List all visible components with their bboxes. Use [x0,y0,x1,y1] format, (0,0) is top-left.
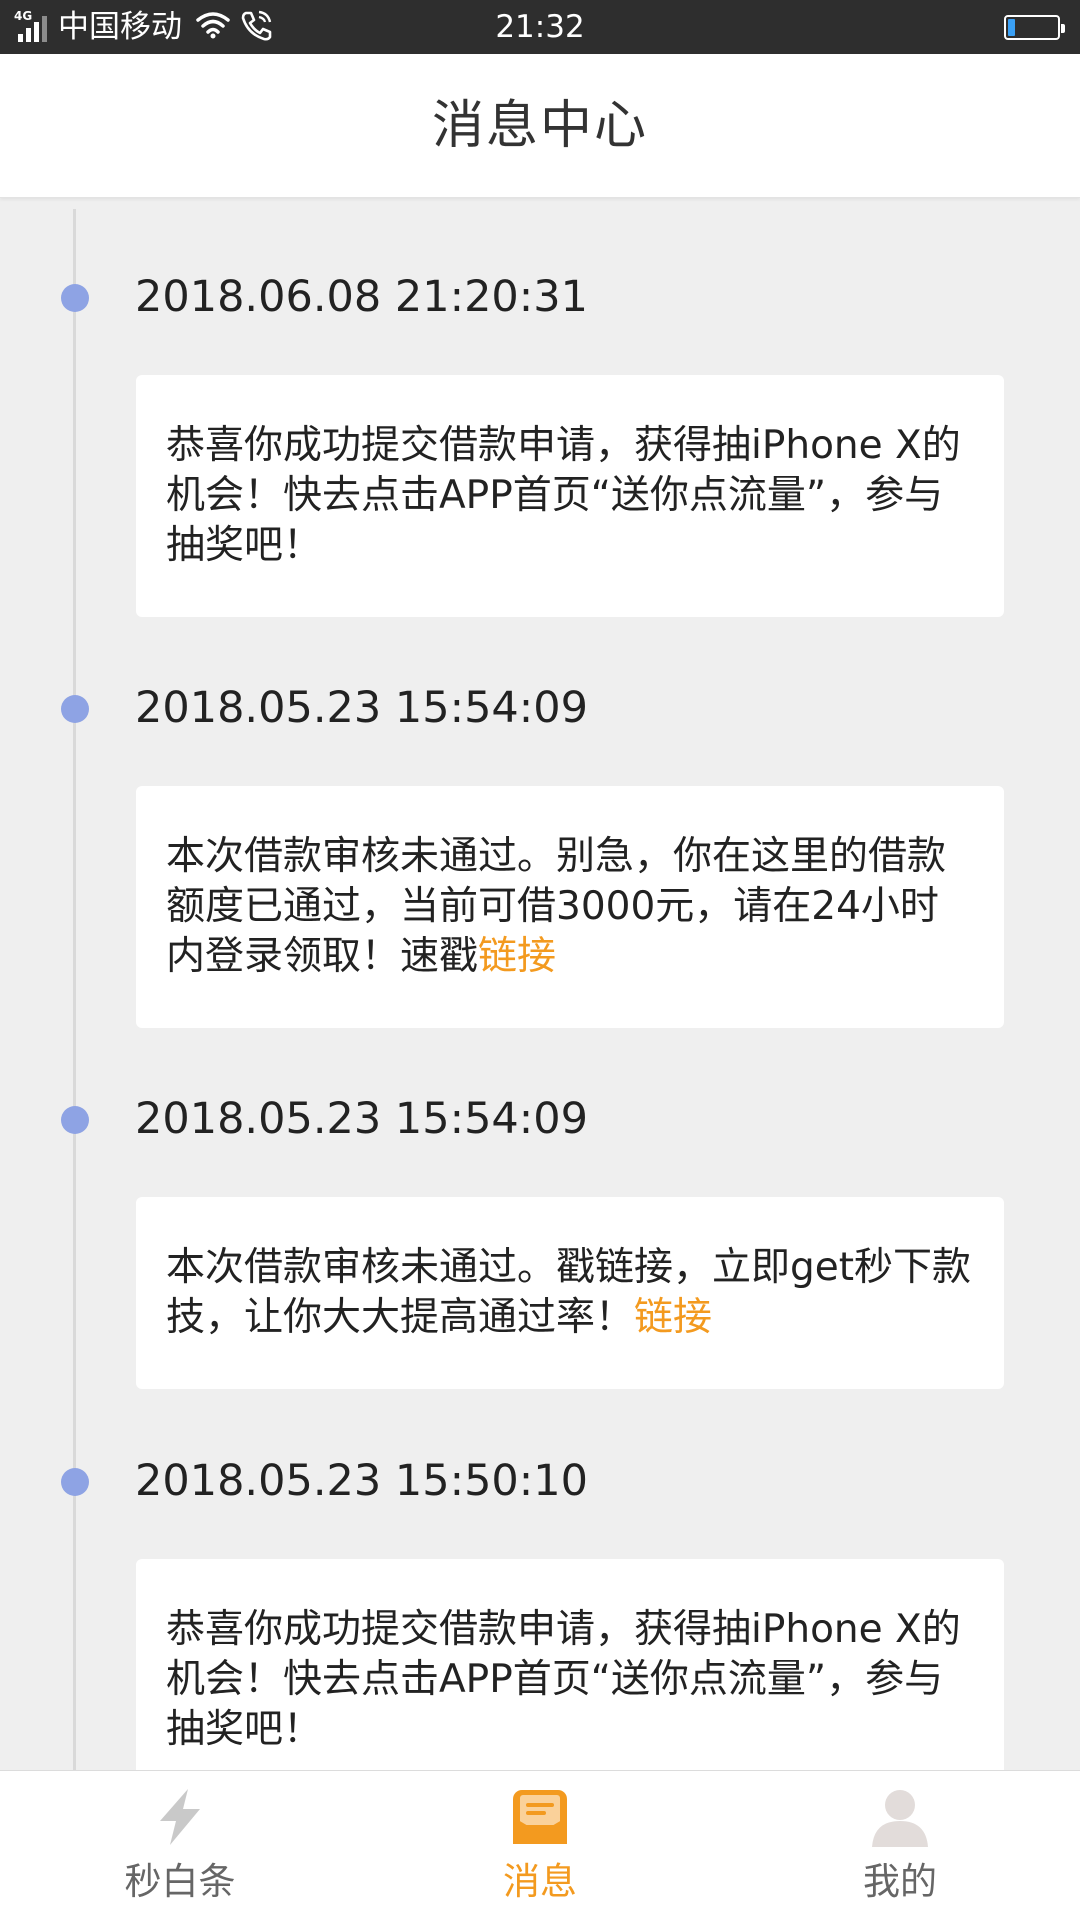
nav-tab-messages[interactable]: 消息 [360,1771,720,1920]
timeline-line [73,209,76,1770]
page-title: 消息中心 [431,96,648,156]
battery-level [1008,19,1015,36]
nav-tab-miaobaitiao[interactable]: 秒白条 [0,1771,360,1920]
message-timestamp: 2018.06.08 21:20:31 [135,272,588,322]
nav-label: 秒白条 [124,1860,236,1903]
message-text: 恭喜你成功提交借款申请，获得抽iPhone X的机会！快去点击APP首页“送你点… [166,1605,976,1755]
nav-label: 消息 [503,1860,577,1903]
header: 消息中心 [0,54,1080,198]
battery-icon [1004,15,1065,40]
message-timestamp: 2018.05.23 15:54:09 [135,1094,588,1144]
message-link[interactable]: 链接 [478,934,556,979]
message-timestamp: 2018.05.23 15:50:10 [135,1456,588,1506]
timeline-dot [61,1468,89,1496]
message-center-screen: 4G 中国移动 21:32 消息中心 2018.06.08 21:20:31 恭… [0,0,1080,1920]
message-text: 恭喜你成功提交借款申请，获得抽iPhone X的机会！快去点击APP首页“送你点… [166,421,976,571]
message-body: 恭喜你成功提交借款申请，获得抽iPhone X的机会！快去点击APP首页“送你点… [166,1607,961,1752]
message-card[interactable]: 恭喜你成功提交借款申请，获得抽iPhone X的机会！快去点击APP首页“送你点… [136,375,1004,617]
bottom-nav: 秒白条 消息 我的 [0,1770,1080,1920]
profile-icon [870,1787,930,1847]
message-body: 本次借款审核未通过。戳链接，立即get秒下款技，让你大大提高通过率！ [166,1245,972,1340]
message-card[interactable]: 本次借款审核未通过。戳链接，立即get秒下款技，让你大大提高通过率！链接 [136,1197,1004,1389]
message-body: 恭喜你成功提交借款申请，获得抽iPhone X的机会！快去点击APP首页“送你点… [166,423,961,568]
status-time: 21:32 [495,9,585,45]
message-timestamp: 2018.05.23 15:54:09 [135,683,588,733]
status-bar: 4G 中国移动 21:32 [0,0,1080,54]
timeline-dot [61,284,89,312]
message-text: 本次借款审核未通过。戳链接，立即get秒下款技，让你大大提高通过率！链接 [166,1243,976,1343]
nav-tab-profile[interactable]: 我的 [720,1771,1080,1920]
timeline-dot [61,1106,89,1134]
message-icon [510,1787,570,1847]
message-list[interactable]: 2018.06.08 21:20:31 恭喜你成功提交借款申请，获得抽iPhon… [0,199,1080,1770]
message-link[interactable]: 链接 [634,1295,712,1340]
message-card[interactable]: 本次借款审核未通过。别急，你在这里的借款额度已通过，当前可借3000元，请在24… [136,786,1004,1028]
timeline-dot [61,695,89,723]
nav-label: 我的 [863,1860,937,1903]
lightning-icon [150,1787,210,1847]
message-text: 本次借款审核未通过。别急，你在这里的借款额度已通过，当前可借3000元，请在24… [166,832,976,982]
message-card[interactable]: 恭喜你成功提交借款申请，获得抽iPhone X的机会！快去点击APP首页“送你点… [136,1559,1004,1770]
